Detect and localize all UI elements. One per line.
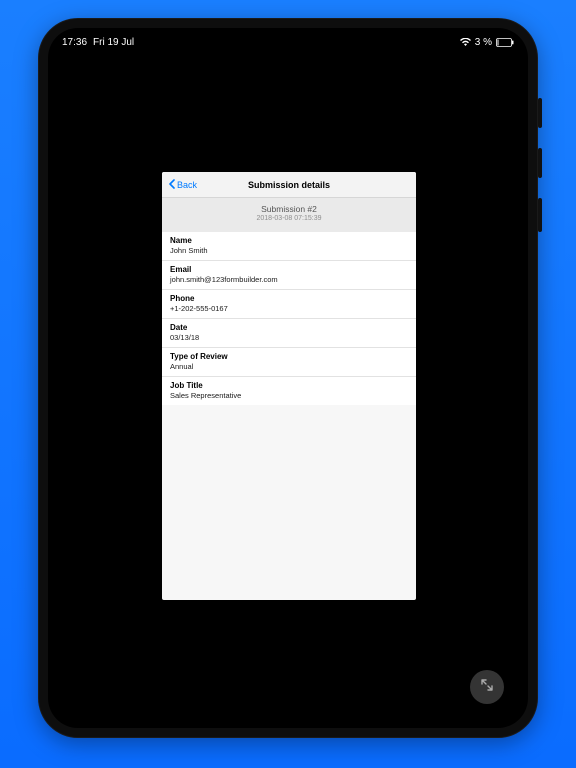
- field-value: Sales Representative: [170, 391, 408, 400]
- status-time: 17:36: [62, 37, 87, 48]
- submission-timestamp: 2018-03-08 07:15:39: [162, 215, 416, 222]
- field-label: Date: [170, 323, 408, 332]
- field-value: john.smith@123formbuilder.com: [170, 275, 408, 284]
- field-label: Job Title: [170, 381, 408, 390]
- field-row: Job Title Sales Representative: [162, 377, 416, 405]
- status-date: Fri 19 Jul: [93, 37, 134, 48]
- field-value: Annual: [170, 362, 408, 371]
- status-bar: 17:36 Fri 19 Jul 3 %: [48, 34, 528, 50]
- field-label: Type of Review: [170, 352, 408, 361]
- submission-header: Submission #2 2018-03-08 07:15:39: [162, 198, 416, 232]
- wifi-icon: [460, 38, 471, 47]
- chevron-left-icon: [168, 179, 176, 191]
- battery-icon: [496, 38, 514, 47]
- back-button[interactable]: Back: [168, 172, 197, 197]
- field-row: Phone +1-202-555-0167: [162, 290, 416, 319]
- page-title: Submission details: [248, 180, 330, 190]
- field-value: +1-202-555-0167: [170, 304, 408, 313]
- fields-list: Name John Smith Email john.smith@123form…: [162, 232, 416, 405]
- field-label: Phone: [170, 294, 408, 303]
- field-label: Name: [170, 236, 408, 245]
- field-row: Email john.smith@123formbuilder.com: [162, 261, 416, 290]
- back-label: Back: [177, 180, 197, 190]
- submission-number: Submission #2: [162, 204, 416, 214]
- field-row: Date 03/13/18: [162, 319, 416, 348]
- field-value: John Smith: [170, 246, 408, 255]
- app-card: Back Submission details Submission #2 20…: [162, 172, 416, 600]
- field-row: Type of Review Annual: [162, 348, 416, 377]
- battery-percent: 3 %: [475, 37, 492, 48]
- device-screen: 17:36 Fri 19 Jul 3 % Back: [48, 28, 528, 728]
- device-side-buttons: [538, 98, 542, 228]
- field-row: Name John Smith: [162, 232, 416, 261]
- tablet-frame: 17:36 Fri 19 Jul 3 % Back: [38, 18, 538, 738]
- expand-icon: [479, 677, 495, 698]
- field-value: 03/13/18: [170, 333, 408, 342]
- fullscreen-button[interactable]: [470, 670, 504, 704]
- field-label: Email: [170, 265, 408, 274]
- navigation-bar: Back Submission details: [162, 172, 416, 198]
